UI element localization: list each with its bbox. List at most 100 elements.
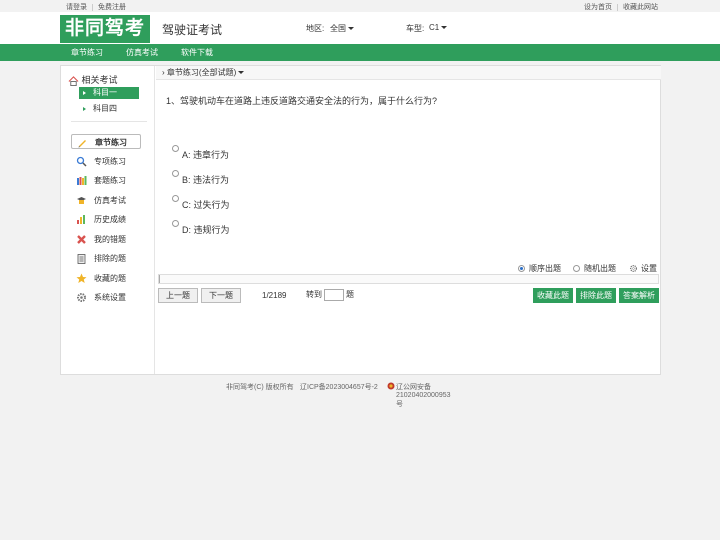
sidebar-item-set-practice[interactable]: 套题练习 (71, 173, 141, 188)
sidebar-item-label: 套题练习 (94, 176, 126, 185)
sidebar: 相关考试 科目一 科目四 章节练习 专项练习 套题练习 仿真考试 历史成绩 我的… (61, 66, 155, 374)
option-b[interactable]: B: 违法行为 (172, 170, 229, 186)
mode-radio[interactable] (573, 265, 580, 273)
police-badge-icon (387, 382, 395, 390)
sidebar-item-label: 系统设置 (94, 293, 126, 302)
answer-explanation-button[interactable]: 答案解析 (619, 288, 659, 303)
sidebar-item-label: 章节练习 (95, 138, 127, 147)
option-a[interactable]: A: 违章行为 (172, 145, 229, 161)
region-label: 地区: (306, 24, 325, 33)
option-radio[interactable] (172, 170, 179, 177)
home-icon (68, 75, 79, 86)
sidebar-item-history[interactable]: 历史成绩 (71, 212, 141, 227)
chevron-right-icon: › (162, 68, 165, 77)
gear-icon (77, 293, 86, 302)
question-counter: 1/2189 (262, 291, 287, 300)
cross-icon (77, 235, 86, 244)
sidebar-divider (71, 121, 147, 122)
footer-icp-link[interactable]: 辽ICP备2023004657号-2 (300, 382, 378, 392)
header: 非同驾考 驾驶证考试 地区: 全国 车型: C1 (0, 12, 720, 44)
goto-prefix: 转到 (306, 290, 322, 300)
settings-toggle[interactable]: 设置 (629, 263, 657, 274)
subject-label: 科目一 (93, 88, 117, 97)
breadcrumb[interactable]: › 章节练习(全部试题) (156, 66, 661, 80)
footer-police-text: 辽公网安备21020402000953号 (396, 384, 451, 408)
sidebar-item-wrong-questions[interactable]: 我的错题 (71, 232, 141, 247)
nav-chapter-practice[interactable]: 章节练习 (71, 47, 103, 58)
mode-label: 顺序出题 (529, 264, 561, 273)
chevron-down-icon (441, 26, 448, 30)
car-type-select[interactable]: C1 (429, 23, 448, 32)
sidebar-item-label: 排除的题 (94, 254, 126, 263)
books-icon (77, 176, 87, 185)
triangle-right-icon (83, 107, 86, 111)
nav-software-download[interactable]: 软件下载 (181, 47, 213, 58)
question-text: 1、驾驶机动车在道路上违反道路交通安全法的行为，属于什么行为? (166, 96, 438, 106)
car-type-label: 车型: (406, 24, 425, 33)
mode-radio[interactable] (518, 265, 525, 273)
settings-label: 设置 (641, 264, 657, 273)
option-c[interactable]: C: 过失行为 (172, 195, 230, 211)
sidebar-item-chapter-practice[interactable]: 章节练习 (71, 134, 141, 149)
nav-mock-exam[interactable]: 仿真考试 (126, 47, 158, 58)
subject-one[interactable]: 科目一 (79, 87, 139, 99)
region-select[interactable]: 全国 (330, 23, 354, 34)
bookmark-site-link[interactable]: 收藏此网站 (623, 2, 658, 12)
bar-chart-icon (77, 215, 85, 224)
sidebar-item-favorites[interactable]: 收藏的题 (71, 271, 141, 286)
prev-question-button[interactable]: 上一题 (158, 288, 198, 303)
option-radio[interactable] (172, 195, 179, 202)
sidebar-item-label: 仿真考试 (94, 196, 126, 205)
option-d[interactable]: D: 违规行为 (172, 220, 230, 236)
chevron-down-icon (238, 71, 245, 75)
main-panel: 相关考试 科目一 科目四 章节练习 专项练习 套题练习 仿真考试 历史成绩 我的… (60, 65, 661, 375)
set-home-link[interactable]: 设为首页 (584, 2, 612, 12)
related-exams-title: 相关考试 (81, 75, 118, 85)
breadcrumb-label: 章节练习(全部试题) (166, 68, 237, 77)
goto-input[interactable] (324, 289, 344, 301)
subject-four[interactable]: 科目四 (79, 103, 139, 115)
sidebar-item-special-practice[interactable]: 专项练习 (71, 154, 141, 169)
triangle-right-icon (83, 91, 86, 95)
sidebar-item-label: 专项练习 (94, 157, 126, 166)
sidebar-item-excluded[interactable]: 排除的题 (71, 251, 141, 266)
login-link[interactable]: 请登录 (66, 2, 87, 12)
site-logo[interactable]: 非同驾考 (60, 15, 150, 43)
related-exams-heading: 相关考试 (68, 73, 118, 86)
option-label: C: 过失行为 (182, 200, 230, 210)
mode-sequential[interactable]: 顺序出题 (518, 263, 561, 274)
footer-police-link[interactable]: 辽公网安备21020402000953号 (387, 382, 451, 408)
search-icon (76, 156, 87, 167)
subject-label: 科目四 (93, 104, 117, 113)
chevron-down-icon (348, 27, 354, 31)
pencil-icon (78, 140, 86, 148)
question-panel: › 章节练习(全部试题) 1、驾驶机动车在道路上违反道路交通安全法的行为，属于什… (156, 66, 661, 374)
star-icon (76, 273, 87, 283)
region-value: 全国 (330, 24, 346, 33)
favorite-question-button[interactable]: 收藏此题 (533, 288, 573, 303)
mode-label: 随机出题 (584, 264, 616, 273)
option-label: D: 违规行为 (182, 225, 230, 235)
sidebar-item-label: 历史成绩 (94, 215, 126, 224)
goto-suffix: 题 (346, 290, 354, 300)
sidebar-item-label: 收藏的题 (94, 274, 126, 283)
next-question-button[interactable]: 下一题 (201, 288, 241, 303)
progress-bar (158, 274, 659, 284)
sidebar-item-settings[interactable]: 系统设置 (71, 290, 141, 305)
site-title: 驾驶证考试 (162, 23, 223, 37)
top-bar: 请登录 免费注册 设为首页 收藏此网站 (0, 0, 720, 12)
option-label: A: 违章行为 (182, 150, 230, 160)
exclude-question-button[interactable]: 排除此题 (576, 288, 616, 303)
option-label: B: 违法行为 (182, 175, 230, 185)
option-radio[interactable] (172, 220, 179, 227)
sidebar-item-mock-exam[interactable]: 仿真考试 (71, 193, 141, 208)
register-link[interactable]: 免费注册 (98, 2, 126, 12)
goto-question: 转到 题 (306, 289, 354, 301)
gear-icon (629, 265, 638, 273)
progress-fill (159, 275, 160, 283)
car-type-value: C1 (429, 23, 440, 32)
option-radio[interactable] (172, 145, 179, 152)
mode-random[interactable]: 随机出题 (573, 263, 616, 274)
exam-hat-icon (77, 197, 86, 204)
sidebar-item-label: 我的错题 (94, 235, 126, 244)
